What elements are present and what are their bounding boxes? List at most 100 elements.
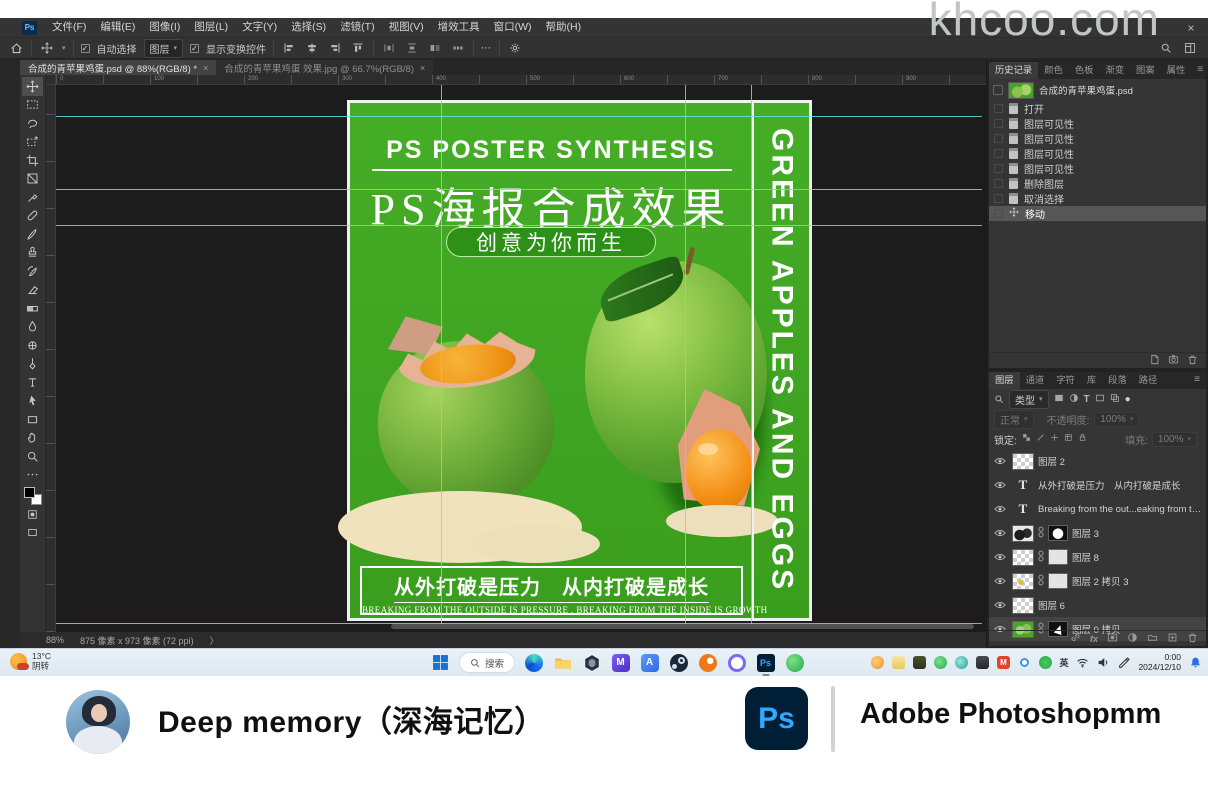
taskbar-app-edge-browser[interactable] [523,652,544,673]
menu-item[interactable]: 文件(F) [45,18,93,37]
menu-item[interactable]: 窗口(W) [487,18,539,37]
tray-dark-tray[interactable] [975,655,989,669]
menu-item[interactable]: 编辑(E) [93,18,142,37]
dodge-tool-icon[interactable] [22,336,43,355]
panel-tab[interactable]: 库 [1081,372,1102,389]
layer-effects-icon[interactable]: fx [1090,634,1098,644]
panel-tab[interactable]: 段落 [1102,372,1133,389]
new-snapshot-icon[interactable] [1168,354,1179,368]
document-tab[interactable]: 合成的青苹果鸡蛋.psd @ 88%(RGB/8) *× [20,60,216,75]
layer-row[interactable]: T从外打破是压力 从内打破是成长 [989,473,1206,497]
menu-item[interactable]: 选择(S) [284,18,333,37]
object-selection-tool-icon[interactable] [22,133,43,152]
pen-tool-icon[interactable] [22,355,43,374]
align-top-icon[interactable] [350,40,366,56]
adjustment-layer-icon[interactable] [1127,632,1138,646]
taskbar-app-m-app[interactable]: M [610,652,631,673]
taskbar-app-a-app[interactable]: A [639,652,660,673]
layer-thumbnail[interactable] [1012,573,1034,590]
history-state-row[interactable]: 图层可见性 [989,161,1206,176]
history-state-row[interactable]: 打开 [989,101,1206,116]
menu-item[interactable]: 滤镜(T) [333,18,381,37]
frame-tool-icon[interactable] [22,170,43,189]
panel-tab[interactable]: 历史记录 [989,62,1038,79]
move-tool-icon[interactable] [39,40,55,56]
eye-icon[interactable] [992,551,1008,563]
tab-close-icon[interactable]: × [420,63,425,73]
blend-mode-dropdown[interactable]: 正常▾ [994,410,1034,429]
lock-artboard-icon[interactable] [1064,433,1073,445]
marquee-tool-icon[interactable] [22,96,43,115]
workspace-gear-icon[interactable] [507,40,523,56]
chevron-down-icon[interactable]: ▾ [62,44,66,52]
color-swatches[interactable] [24,487,42,505]
align-center-icon[interactable] [304,40,320,56]
foreground-color[interactable] [24,487,35,498]
layer-mask-thumbnail[interactable] [1048,525,1068,541]
taskbar-app-ring-app[interactable] [726,652,747,673]
history-brush-tool-icon[interactable] [22,262,43,281]
new-group-icon[interactable] [1147,632,1158,646]
new-document-from-state-icon[interactable] [1149,354,1160,368]
distribute-horizontal-icon[interactable] [381,40,397,56]
filter-toggle-icon[interactable]: ● [1125,394,1131,405]
layer-thumbnail[interactable] [1012,549,1034,566]
eyedropper-tool-icon[interactable] [22,188,43,207]
delete-layer-icon[interactable] [1187,632,1198,646]
volume-icon[interactable] [1096,655,1110,669]
history-snapshot-row[interactable]: 合成的青苹果鸡蛋.psd [989,79,1206,101]
notification-bell-icon[interactable] [1188,655,1202,669]
clone-stamp-tool-icon[interactable] [22,244,43,263]
blur-tool-icon[interactable] [22,318,43,337]
history-source-box[interactable] [994,134,1003,143]
type-filter-icon[interactable]: T [1084,394,1090,405]
close-icon[interactable]: × [1174,21,1208,35]
lock-position-icon[interactable] [1050,433,1059,445]
path-selection-tool-icon[interactable] [22,392,43,411]
layer-row[interactable]: 图层 3 [989,521,1206,545]
eye-icon[interactable] [992,527,1008,539]
layer-mask-icon[interactable] [1107,632,1118,646]
tray-blue-ring-tray[interactable] [1017,655,1031,669]
tray-olive-tray[interactable] [912,655,926,669]
taskbar-search[interactable]: 搜索 [459,652,515,673]
layer-thumbnail[interactable] [1012,453,1034,470]
tab-close-icon[interactable]: × [203,63,208,73]
history-state-row[interactable]: 删除图层 [989,176,1206,191]
layer-thumbnail[interactable] [1012,597,1034,614]
layer-row[interactable]: 图层 2 [989,449,1206,473]
history-state-row[interactable]: 图层可见性 [989,146,1206,161]
pen-icon[interactable] [1117,655,1131,669]
fill-field[interactable]: 100%▾ [1152,432,1197,447]
adjustment-filter-icon[interactable] [1069,393,1079,406]
delete-state-icon[interactable] [1187,354,1198,368]
shape-filter-icon[interactable] [1095,393,1105,406]
history-source-box[interactable] [994,164,1003,173]
panel-menu-icon[interactable]: ≡ [1188,372,1206,389]
panel-tab[interactable]: 颜色 [1038,62,1069,79]
panel-tab[interactable]: 字符 [1050,372,1081,389]
menu-item[interactable]: 帮助(H) [539,18,589,37]
arrange-panels-icon[interactable] [1182,40,1198,56]
shape-tool-icon[interactable] [22,410,43,429]
distribute-centers-icon[interactable] [427,40,443,56]
eraser-tool-icon[interactable] [22,281,43,300]
more-options-icon[interactable]: ⋯ [481,43,492,54]
history-source-box[interactable] [994,149,1003,158]
distribute-vertical-icon[interactable] [404,40,420,56]
history-source-box[interactable] [994,119,1003,128]
tray-red-m-tray[interactable]: M [996,655,1010,669]
lock-all-icon[interactable] [1078,433,1087,445]
taskbar-app-photoshop[interactable]: Ps [755,652,776,673]
canvas-area[interactable]: 0100200300400500600700800900 [46,75,986,632]
quick-mask-icon[interactable] [22,505,43,524]
history-state-row[interactable]: 图层可见性 [989,116,1206,131]
hand-tool-icon[interactable] [22,429,43,448]
home-icon[interactable] [8,40,24,56]
taskbar-app-hexagon-app[interactable] [581,652,602,673]
menu-item[interactable]: 图像(I) [142,18,187,37]
history-source-box[interactable] [994,209,1003,218]
taskbar-app-start[interactable] [430,652,451,673]
panel-tab[interactable]: 渐变 [1099,62,1130,79]
align-right-icon[interactable] [327,40,343,56]
